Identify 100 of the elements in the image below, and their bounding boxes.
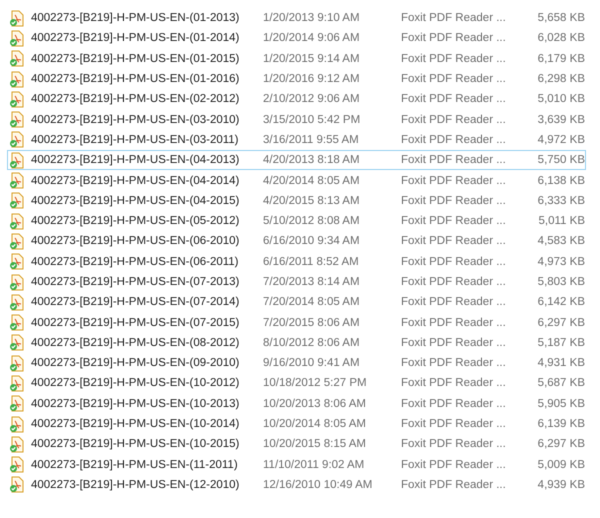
file-row[interactable]: 4002273-[B219]-H-PM-US-EN-(01-2016) 1/20/2016 9:12 AM Foxit PDF Reader ... 6,298 KB bbox=[7, 68, 586, 90]
file-row[interactable]: 4002273-[B219]-H-PM-US-EN-(07-2015) 7/20/2015 8:06 AM Foxit PDF Reader ... 6,297 KB bbox=[7, 312, 586, 333]
pdf-file-icon bbox=[9, 152, 25, 169]
date-modified: 1/20/2013 9:10 AM bbox=[263, 12, 360, 24]
file-name: 4002273-[B219]-H-PM-US-EN-(07-2015) bbox=[31, 316, 240, 329]
file-size: 5,803 KB bbox=[538, 276, 585, 288]
file-row[interactable]: 4002273-[B219]-H-PM-US-EN-(04-2013) 4/20/2013 8:18 AM Foxit PDF Reader ... 5,750 KB bbox=[7, 150, 586, 170]
pdf-file-icon bbox=[9, 374, 25, 392]
date-modified: 1/20/2014 9:06 AM bbox=[263, 32, 360, 44]
file-type: Foxit PDF Reader ... bbox=[401, 336, 506, 349]
pdf-file-icon bbox=[9, 253, 25, 270]
file-name: 4002273-[B219]-H-PM-US-EN-(11-2011) bbox=[31, 458, 238, 471]
file-size: 6,138 KB bbox=[538, 174, 585, 187]
file-size: 5,687 KB bbox=[538, 377, 585, 390]
pdf-file-icon bbox=[9, 70, 25, 88]
date-modified: 9/16/2010 9:41 AM bbox=[263, 357, 360, 370]
date-modified: 10/20/2013 8:06 AM bbox=[263, 398, 366, 410]
file-name: 4002273-[B219]-H-PM-US-EN-(01-2014) bbox=[31, 32, 240, 44]
file-size: 5,009 KB bbox=[538, 458, 585, 471]
pdf-file-icon bbox=[9, 354, 25, 372]
file-type: Foxit PDF Reader ... bbox=[401, 134, 506, 146]
file-size: 3,639 KB bbox=[538, 114, 585, 126]
file-name: 4002273-[B219]-H-PM-US-EN-(03-2010) bbox=[31, 114, 240, 126]
pdf-file-icon bbox=[9, 314, 25, 332]
file-row[interactable]: 4002273-[B219]-H-PM-US-EN-(06-2010) 6/16/2010 9:34 AM Foxit PDF Reader ... 4,583 KB bbox=[7, 231, 586, 252]
pdf-file-icon bbox=[9, 192, 25, 210]
file-type: Foxit PDF Reader ... bbox=[401, 93, 506, 106]
file-name: 4002273-[B219]-H-PM-US-EN-(10-2013) bbox=[31, 398, 240, 410]
pdf-file-icon bbox=[9, 10, 25, 27]
file-row[interactable]: 4002273-[B219]-H-PM-US-EN-(01-2014) 1/20/2014 9:06 AM Foxit PDF Reader ... 6,028 KB bbox=[7, 28, 586, 49]
pdf-file-icon bbox=[9, 476, 25, 494]
date-modified: 11/10/2011 9:02 AM bbox=[263, 458, 364, 471]
file-row[interactable]: 4002273-[B219]-H-PM-US-EN-(10-2015) 10/20/2015 8:15 AM Foxit PDF Reader ... 6,297 KB bbox=[7, 434, 586, 455]
file-row[interactable]: 4002273-[B219]-H-PM-US-EN-(03-2010) 3/15/2010 5:42 PM Foxit PDF Reader ... 3,639 KB bbox=[7, 109, 586, 130]
file-row[interactable]: 4002273-[B219]-H-PM-US-EN-(04-2015) 4/20/2015 8:13 AM Foxit PDF Reader ... 6,333 KB bbox=[7, 190, 586, 211]
file-name: 4002273-[B219]-H-PM-US-EN-(01-2016) bbox=[31, 73, 240, 86]
file-name: 4002273-[B219]-H-PM-US-EN-(01-2015) bbox=[31, 52, 240, 65]
file-name: 4002273-[B219]-H-PM-US-EN-(07-2014) bbox=[31, 296, 240, 308]
date-modified: 7/20/2014 8:05 AM bbox=[263, 296, 360, 308]
file-row[interactable]: 4002273-[B219]-H-PM-US-EN-(11-2011) 11/10/2011 9:02 AM Foxit PDF Reader ... 5,009 KB bbox=[7, 454, 586, 475]
date-modified: 10/20/2014 8:05 AM bbox=[263, 418, 366, 430]
file-type: Foxit PDF Reader ... bbox=[401, 316, 506, 329]
pdf-file-icon bbox=[9, 294, 25, 311]
date-modified: 12/16/2010 10:49 AM bbox=[263, 478, 372, 491]
file-type: Foxit PDF Reader ... bbox=[401, 114, 506, 126]
file-row[interactable]: 4002273-[B219]-H-PM-US-EN-(10-2013) 10/20/2013 8:06 AM Foxit PDF Reader ... 5,905 KB bbox=[7, 394, 586, 414]
file-name: 4002273-[B219]-H-PM-US-EN-(02-2012) bbox=[31, 93, 240, 106]
file-type: Foxit PDF Reader ... bbox=[401, 256, 506, 268]
file-row[interactable]: 4002273-[B219]-H-PM-US-EN-(07-2013) 7/20/2013 8:14 AM Foxit PDF Reader ... 5,803 KB bbox=[7, 272, 586, 292]
file-row[interactable]: 4002273-[B219]-H-PM-US-EN-(09-2010) 9/16/2010 9:41 AM Foxit PDF Reader ... 4,931 KB bbox=[7, 353, 586, 374]
date-modified: 1/20/2016 9:12 AM bbox=[263, 73, 360, 86]
file-name: 4002273-[B219]-H-PM-US-EN-(06-2010) bbox=[31, 235, 240, 248]
file-type: Foxit PDF Reader ... bbox=[401, 215, 506, 228]
file-type: Foxit PDF Reader ... bbox=[401, 235, 506, 248]
date-modified: 4/20/2015 8:13 AM bbox=[263, 194, 360, 207]
file-row[interactable]: 4002273-[B219]-H-PM-US-EN-(02-2012) 2/10/2012 9:06 AM Foxit PDF Reader ... 5,010 KB bbox=[7, 89, 586, 110]
file-size: 4,931 KB bbox=[538, 357, 585, 370]
file-row[interactable]: 4002273-[B219]-H-PM-US-EN-(12-2010) 12/16/2010 10:49 AM Foxit PDF Reader ... 4,939 KB bbox=[7, 474, 586, 496]
file-type: Foxit PDF Reader ... bbox=[401, 398, 506, 410]
pdf-file-icon bbox=[9, 274, 25, 290]
file-name: 4002273-[B219]-H-PM-US-EN-(05-2012) bbox=[31, 215, 240, 228]
file-row[interactable]: 4002273-[B219]-H-PM-US-EN-(01-2013) 1/20/2013 9:10 AM Foxit PDF Reader ... 5,658 KB bbox=[7, 8, 586, 28]
file-name: 4002273-[B219]-H-PM-US-EN-(01-2013) bbox=[31, 12, 240, 24]
file-type: Foxit PDF Reader ... bbox=[401, 438, 506, 450]
file-size: 6,297 KB bbox=[538, 438, 585, 450]
file-row[interactable]: 4002273-[B219]-H-PM-US-EN-(03-2011) 3/16/2011 9:55 AM Foxit PDF Reader ... 4,972 KB bbox=[7, 130, 586, 150]
file-type: Foxit PDF Reader ... bbox=[401, 32, 506, 44]
file-name: 4002273-[B219]-H-PM-US-EN-(04-2013) bbox=[31, 154, 240, 166]
file-type: Foxit PDF Reader ... bbox=[401, 418, 506, 430]
file-size: 5,187 KB bbox=[538, 336, 585, 349]
file-type: Foxit PDF Reader ... bbox=[401, 174, 506, 187]
file-row[interactable]: 4002273-[B219]-H-PM-US-EN-(10-2012) 10/18/2012 5:27 PM Foxit PDF Reader ... 5,687 KB bbox=[7, 373, 586, 394]
pdf-file-icon bbox=[9, 90, 25, 108]
pdf-file-icon bbox=[9, 50, 25, 68]
date-modified: 6/16/2011 8:52 AM bbox=[263, 256, 359, 268]
file-size: 5,750 KB bbox=[538, 154, 585, 166]
file-row[interactable]: 4002273-[B219]-H-PM-US-EN-(10-2014) 10/20/2014 8:05 AM Foxit PDF Reader ... 6,139 KB bbox=[7, 414, 586, 434]
file-row[interactable]: 4002273-[B219]-H-PM-US-EN-(04-2014) 4/20/2014 8:05 AM Foxit PDF Reader ... 6,138 KB bbox=[7, 170, 586, 191]
file-size: 6,179 KB bbox=[538, 52, 585, 65]
pdf-file-icon bbox=[9, 131, 25, 148]
file-name: 4002273-[B219]-H-PM-US-EN-(04-2015) bbox=[31, 194, 240, 207]
file-type: Foxit PDF Reader ... bbox=[401, 276, 506, 288]
file-size: 4,972 KB bbox=[538, 134, 585, 146]
date-modified: 2/10/2012 9:06 AM bbox=[263, 93, 360, 106]
pdf-file-icon bbox=[9, 232, 25, 250]
file-size: 5,010 KB bbox=[538, 93, 585, 106]
file-name: 4002273-[B219]-H-PM-US-EN-(06-2011) bbox=[31, 256, 239, 268]
pdf-file-icon bbox=[9, 416, 25, 433]
file-row[interactable]: 4002273-[B219]-H-PM-US-EN-(08-2012) 8/10/2012 8:06 AM Foxit PDF Reader ... 5,187 KB bbox=[7, 332, 586, 354]
file-type: Foxit PDF Reader ... bbox=[401, 458, 506, 471]
file-type: Foxit PDF Reader ... bbox=[401, 52, 506, 65]
file-type: Foxit PDF Reader ... bbox=[401, 296, 506, 308]
date-modified: 4/20/2014 8:05 AM bbox=[263, 174, 360, 187]
file-row[interactable]: 4002273-[B219]-H-PM-US-EN-(06-2011) 6/16/2011 8:52 AM Foxit PDF Reader ... 4,973 KB bbox=[7, 252, 586, 272]
file-row[interactable]: 4002273-[B219]-H-PM-US-EN-(07-2014) 7/20/2014 8:05 AM Foxit PDF Reader ... 6,142 KB bbox=[7, 292, 586, 312]
file-size: 6,139 KB bbox=[538, 418, 585, 430]
file-name: 4002273-[B219]-H-PM-US-EN-(07-2013) bbox=[31, 276, 240, 288]
file-row[interactable]: 4002273-[B219]-H-PM-US-EN-(05-2012) 5/10/2012 8:08 AM Foxit PDF Reader ... 5,011 KB bbox=[7, 210, 586, 232]
file-size: 6,142 KB bbox=[538, 296, 585, 308]
file-row[interactable]: 4002273-[B219]-H-PM-US-EN-(01-2015) 1/20/2015 9:14 AM Foxit PDF Reader ... 6,179 KB bbox=[7, 48, 586, 69]
